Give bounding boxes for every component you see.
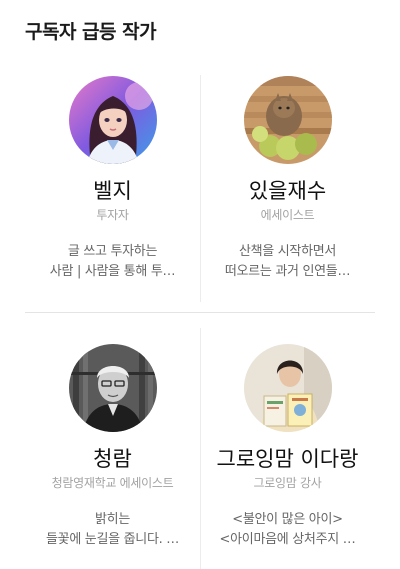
writer-card[interactable]: 있을재수 에세이스트 산책을 시작하면서 떠오르는 과거 인연들… bbox=[200, 75, 375, 282]
row-divider bbox=[25, 312, 375, 313]
writer-name[interactable]: 청람 bbox=[25, 446, 200, 472]
writer-card[interactable]: 그로잉맘 이다랑 그로잉맘 강사 <불안이 많은 아이> <아이마음에 상처주지… bbox=[200, 343, 375, 550]
writer-description-line: 사람 | 사람을 통해 투… bbox=[49, 264, 176, 279]
writer-description: 글 쓰고 투자하는 사람 | 사람을 통해 투… bbox=[38, 242, 188, 282]
writer-description: 밝히는 들꽃에 눈길을 줍니다. … bbox=[38, 510, 188, 550]
writer-description: 산책을 시작하면서 떠오르는 과거 인연들… bbox=[213, 242, 363, 282]
writer-card[interactable]: 벨지 투자자 글 쓰고 투자하는 사람 | 사람을 통해 투… bbox=[25, 75, 200, 282]
writer-name[interactable]: 그로잉맘 이다랑 bbox=[200, 446, 375, 472]
writer-avatar[interactable] bbox=[243, 344, 332, 432]
writer-job: 에세이스트 bbox=[260, 208, 315, 222]
writer-avatar[interactable] bbox=[68, 344, 157, 432]
writer-description-line: 글 쓰고 투자하는 bbox=[67, 244, 158, 259]
writer-job: 투자자 bbox=[96, 208, 129, 222]
writer-description-line: 들꽃에 눈길을 줍니다. … bbox=[46, 532, 179, 547]
writer-grid: 벨지 투자자 글 쓰고 투자하는 사람 | 사람을 통해 투… 있을재수 에세이… bbox=[25, 75, 375, 569]
writer-description-line: <불안이 많은 아이> bbox=[232, 512, 343, 527]
writer-description-line: <아이마음에 상처주지 … bbox=[219, 532, 356, 547]
writer-description: <불안이 많은 아이> <아이마음에 상처주지 … bbox=[213, 510, 363, 550]
writer-name[interactable]: 있을재수 bbox=[200, 178, 375, 204]
writer-job: 청람영재학교 에세이스트 bbox=[51, 476, 174, 490]
writer-description-line: 떠오르는 과거 인연들… bbox=[224, 264, 351, 279]
writer-card[interactable]: 청람 청람영재학교 에세이스트 밝히는 들꽃에 눈길을 줍니다. … bbox=[25, 343, 200, 550]
writer-job: 그로잉맘 강사 bbox=[253, 476, 322, 490]
writer-description-line: 산책을 시작하면서 bbox=[238, 244, 337, 259]
writer-name[interactable]: 벨지 bbox=[25, 178, 200, 204]
writer-avatar[interactable] bbox=[243, 76, 332, 164]
section-title: 구독자 급등 작가 bbox=[25, 21, 157, 43]
writer-description-line: 밝히는 bbox=[95, 512, 130, 527]
writer-avatar[interactable] bbox=[68, 76, 157, 164]
